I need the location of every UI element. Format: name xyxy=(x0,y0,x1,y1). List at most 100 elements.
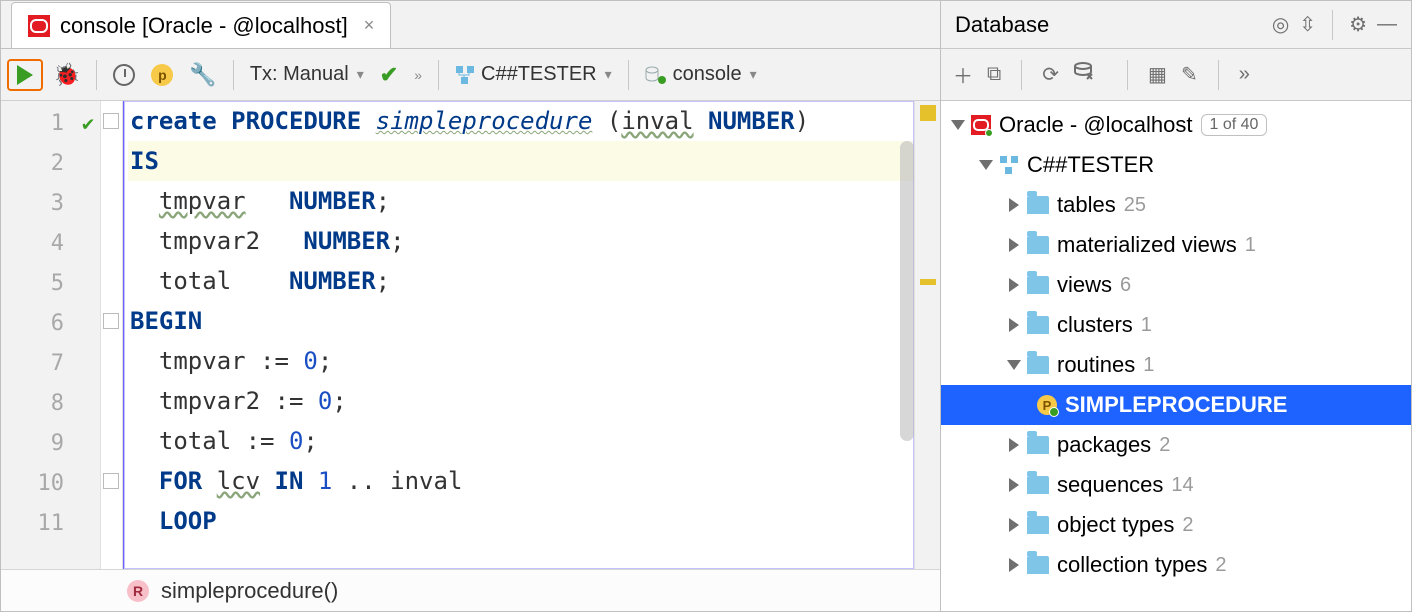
disclosure-icon xyxy=(1009,438,1019,452)
code-line[interactable]: tmpvar2 := 0; xyxy=(128,381,914,421)
scrollbar-vertical[interactable] xyxy=(900,141,914,441)
separator xyxy=(438,60,439,90)
minimize-icon[interactable]: — xyxy=(1377,13,1397,36)
item-count: 2 xyxy=(1159,434,1170,457)
tree-node-datasource[interactable]: Oracle - @localhost 1 of 40 xyxy=(941,105,1411,145)
check-icon: ✔ xyxy=(380,62,398,88)
chevron-down-icon: ▾ xyxy=(605,66,612,83)
debug-button[interactable]: 🐞 xyxy=(47,58,86,92)
folder-icon xyxy=(1027,236,1049,254)
breadcrumb-routine: simpleprocedure() xyxy=(161,578,338,604)
run-button[interactable] xyxy=(7,59,43,91)
schema-icon xyxy=(999,155,1019,175)
session-dropdown[interactable]: console▾ xyxy=(639,59,763,90)
disclosure-icon xyxy=(979,160,993,170)
code-line[interactable]: tmpvar NUMBER; xyxy=(128,181,914,221)
folder-label: clusters xyxy=(1057,312,1133,338)
overflow-button[interactable]: » xyxy=(1239,63,1250,86)
tree-node-routine[interactable]: P SIMPLEPROCEDURE xyxy=(941,385,1411,425)
commit-button[interactable]: ✔ xyxy=(374,58,404,92)
close-tab-icon[interactable]: × xyxy=(364,15,375,36)
tree-node-folder[interactable]: views 6 xyxy=(941,265,1411,305)
tree-node-schema[interactable]: C##TESTER xyxy=(941,145,1411,185)
tree-node-folder[interactable]: object types 2 xyxy=(941,505,1411,545)
code-line[interactable]: FOR lcv IN 1 .. inval xyxy=(128,461,914,501)
item-count: 6 xyxy=(1120,274,1131,297)
settings-button[interactable]: 🔧 xyxy=(183,58,222,92)
history-button[interactable] xyxy=(107,60,141,90)
fold-toggle-icon[interactable] xyxy=(103,313,119,329)
disclosure-icon xyxy=(1009,518,1019,532)
disclosure-icon xyxy=(1009,238,1019,252)
oracle-icon xyxy=(971,115,991,135)
tx-mode-dropdown[interactable]: Tx: Manual▾ xyxy=(244,59,370,90)
gutter-line: 4 xyxy=(1,223,100,263)
disclosure-icon xyxy=(1007,360,1021,370)
editor-tab-strip: console [Oracle - @localhost] × xyxy=(1,1,940,49)
collapse-icon[interactable]: ⇳ xyxy=(1299,12,1316,37)
overflow-button[interactable]: » xyxy=(408,63,428,87)
folder-label: tables xyxy=(1057,192,1116,218)
item-count: 2 xyxy=(1215,554,1226,577)
item-count: 1 xyxy=(1141,314,1152,337)
code-editor[interactable]: 1✔234567891011 create PROCEDURE simplepr… xyxy=(1,101,940,569)
code-line[interactable]: total := 0; xyxy=(128,421,914,461)
schema-label: C##TESTER xyxy=(481,63,597,86)
folder-label: views xyxy=(1057,272,1112,298)
separator xyxy=(628,60,629,90)
item-count: 1 xyxy=(1245,234,1256,257)
fold-toggle-icon[interactable] xyxy=(103,113,119,129)
editor-toolbar: 🐞 p 🔧 Tx: Manual▾ ✔ » C##TESTER ▾ console… xyxy=(1,49,940,101)
gutter-line: 3 xyxy=(1,183,100,223)
fold-toggle-icon[interactable] xyxy=(103,473,119,489)
fold-strip xyxy=(101,101,123,569)
code-line[interactable]: create PROCEDURE simpleprocedure (inval … xyxy=(128,101,914,141)
refresh-button[interactable]: ⟳ xyxy=(1042,62,1059,87)
tree-node-folder[interactable]: collection types 2 xyxy=(941,545,1411,585)
param-button[interactable]: p xyxy=(145,60,179,90)
item-count: 2 xyxy=(1182,514,1193,537)
gutter-line: 10 xyxy=(1,463,100,503)
tree-node-folder[interactable]: tables 25 xyxy=(941,185,1411,225)
gutter-line: 7 xyxy=(1,343,100,383)
code-line[interactable]: total NUMBER; xyxy=(128,261,914,301)
tree-node-folder[interactable]: clusters 1 xyxy=(941,305,1411,345)
folder-label: materialized views xyxy=(1057,232,1237,258)
disclosure-icon xyxy=(951,120,965,130)
folder-icon xyxy=(1027,436,1049,454)
datagrid-button[interactable]: ▦ xyxy=(1148,62,1167,87)
code-line[interactable]: tmpvar2 NUMBER; xyxy=(128,221,914,261)
chevron-down-icon: ▾ xyxy=(357,66,364,83)
code-line[interactable]: LOOP xyxy=(128,501,914,541)
database-tree[interactable]: Oracle - @localhost 1 of 40 C##TESTER ta… xyxy=(941,101,1411,611)
marker-strip xyxy=(914,101,940,569)
folder-label: object types xyxy=(1057,512,1174,538)
separator xyxy=(1127,60,1128,90)
analysis-marker-icon[interactable] xyxy=(920,105,936,121)
gutter-line: 8 xyxy=(1,383,100,423)
code-area[interactable]: create PROCEDURE simpleprocedure (inval … xyxy=(123,101,914,569)
gutter-line: 5 xyxy=(1,263,100,303)
tree-node-folder[interactable]: materialized views 1 xyxy=(941,225,1411,265)
run-line-icon[interactable]: ✔ xyxy=(82,111,94,135)
breadcrumb-bar: R simpleprocedure() xyxy=(1,569,940,611)
tree-node-folder[interactable]: packages 2 xyxy=(941,425,1411,465)
duplicate-button[interactable]: ⧉ xyxy=(987,63,1001,86)
schema-dropdown[interactable]: C##TESTER ▾ xyxy=(449,59,618,90)
target-icon[interactable]: ◎ xyxy=(1272,12,1289,37)
tree-node-folder[interactable]: routines 1 xyxy=(941,345,1411,385)
code-line[interactable]: IS xyxy=(128,141,914,181)
warning-marker-icon[interactable] xyxy=(920,279,936,285)
new-button[interactable]: ＋ xyxy=(953,60,973,89)
gear-icon[interactable]: ⚙ xyxy=(1349,12,1367,37)
editor-tab[interactable]: console [Oracle - @localhost] × xyxy=(11,2,391,48)
code-line[interactable]: tmpvar := 0; xyxy=(128,341,914,381)
play-icon xyxy=(17,65,33,85)
clock-icon xyxy=(113,64,135,86)
routine-label: SIMPLEPROCEDURE xyxy=(1065,392,1287,418)
code-line[interactable]: BEGIN xyxy=(128,301,914,341)
edit-button[interactable]: ✎ xyxy=(1181,62,1198,87)
separator xyxy=(1332,10,1333,40)
filter-button[interactable] xyxy=(1073,62,1093,88)
tree-node-folder[interactable]: sequences 14 xyxy=(941,465,1411,505)
